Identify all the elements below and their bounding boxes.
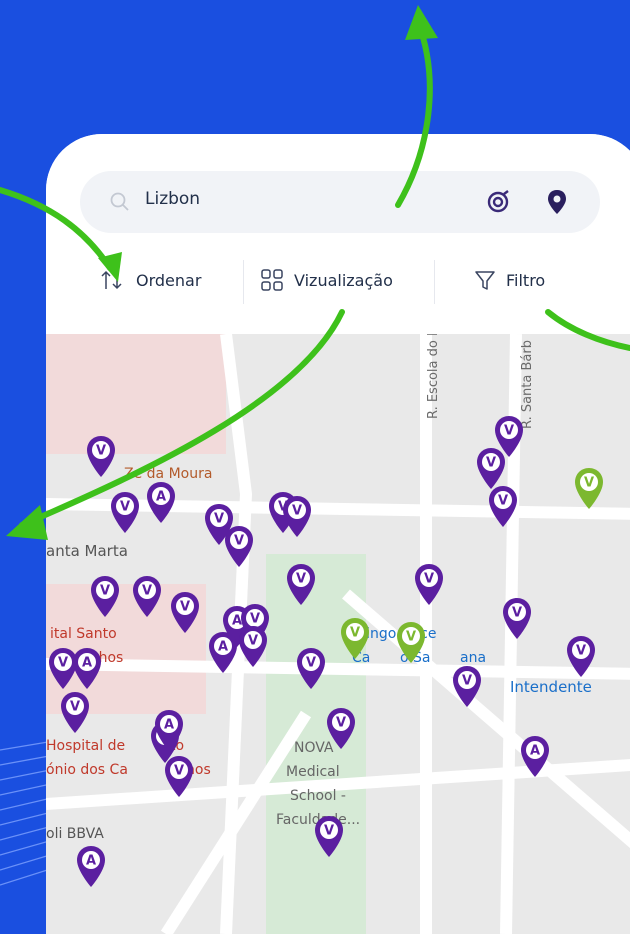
phone-screen: R. Escola do Exé R. Santa Bárb anta Mart… [46, 134, 630, 934]
map-marker[interactable]: A [144, 480, 178, 524]
marker-label: V [58, 656, 68, 671]
marker-label: V [306, 656, 316, 671]
marker-label: V [296, 572, 306, 587]
place-label-bbva: oli BBVA [46, 826, 104, 842]
marker-label: A [82, 656, 92, 671]
search-bar[interactable]: Lizbon [80, 171, 600, 233]
map-marker[interactable]: V [84, 434, 118, 478]
marker-label: V [180, 600, 190, 615]
marker-label: V [70, 700, 80, 715]
map-marker[interactable]: V [486, 484, 520, 528]
grid-view-icon [261, 269, 283, 291]
map-marker[interactable]: V [572, 466, 606, 510]
map-marker[interactable]: V [46, 646, 80, 690]
map-marker[interactable]: V [162, 754, 196, 798]
marker-label: V [424, 572, 434, 587]
marker-label: V [336, 716, 346, 731]
sort-icon [101, 270, 122, 290]
map-marker[interactable]: A [518, 734, 552, 778]
sort-label: Ordenar [136, 270, 202, 290]
marker-label: V [248, 634, 258, 649]
map-marker[interactable]: V [236, 624, 270, 668]
toolbar-divider [243, 260, 244, 304]
marker-label: V [498, 494, 508, 509]
map-marker[interactable]: V [222, 524, 256, 568]
map-marker[interactable]: A [152, 708, 186, 752]
my-location-icon[interactable] [484, 188, 512, 216]
marker-label: A [86, 854, 96, 869]
place-label-hospital-santo: ital Santo [50, 626, 117, 642]
marker-label: V [96, 444, 106, 459]
map-marker[interactable]: A [206, 630, 240, 674]
marker-label: V [234, 534, 244, 549]
place-label-hospital-de: Hospital de [46, 738, 126, 754]
search-input[interactable]: Lizbon [145, 189, 200, 209]
map-marker[interactable]: V [564, 634, 598, 678]
map-marker[interactable]: V [294, 646, 328, 690]
map-marker[interactable]: V [412, 562, 446, 606]
marker-label: A [218, 640, 228, 655]
map-marker[interactable]: V [130, 574, 164, 618]
place-label-santa-marta: anta Marta [46, 542, 128, 560]
place-label-intendente: Intendente [510, 678, 592, 696]
map-marker[interactable]: A [74, 844, 108, 888]
place-label-school: School - [290, 788, 346, 804]
marker-label: A [530, 744, 540, 759]
map-marker[interactable]: V [324, 706, 358, 750]
marker-label: V [512, 606, 522, 621]
view-label: Vizualização [294, 270, 393, 290]
marker-label: V [174, 764, 184, 779]
map-marker[interactable]: V [338, 616, 372, 660]
search-icon [110, 192, 129, 211]
filter-button[interactable]: Filtro [474, 252, 545, 308]
marker-label: V [584, 476, 594, 491]
marker-label: V [324, 824, 334, 839]
toolbar-divider [434, 260, 435, 304]
marker-label: V [504, 424, 514, 439]
map-marker[interactable]: V [88, 574, 122, 618]
marker-label: V [486, 456, 496, 471]
map-marker[interactable]: V [280, 494, 314, 538]
map-marker[interactable]: V [108, 490, 142, 534]
filter-icon [475, 271, 495, 290]
place-label-medical: Medical [286, 764, 340, 780]
app-header: Lizbon Ordenar Vizualização Filtro [46, 134, 630, 334]
marker-label: V [576, 644, 586, 659]
map-marker[interactable]: V [168, 590, 202, 634]
sort-button[interactable]: Ordenar [100, 252, 201, 308]
toolbar: Ordenar Vizualização Filtro [46, 252, 630, 312]
marker-label: V [120, 500, 130, 515]
map-marker[interactable]: V [58, 690, 92, 734]
marker-label: V [462, 674, 472, 689]
map-marker[interactable]: V [394, 620, 428, 664]
map-marker[interactable]: V [500, 596, 534, 640]
place-label-onio: ónio dos Ca [46, 762, 128, 778]
marker-label: V [100, 584, 110, 599]
map-marker[interactable]: V [450, 664, 484, 708]
location-pin-icon[interactable] [546, 188, 568, 216]
marker-label: A [156, 490, 166, 505]
marker-label: V [406, 630, 416, 645]
map-view[interactable]: R. Escola do Exé R. Santa Bárb anta Mart… [46, 313, 630, 934]
marker-label: A [164, 718, 174, 733]
view-button[interactable]: Vizualização [260, 252, 393, 308]
map-marker[interactable]: V [312, 814, 346, 858]
map-marker[interactable]: V [284, 562, 318, 606]
marker-label: V [292, 504, 302, 519]
marker-label: V [142, 584, 152, 599]
filter-label: Filtro [506, 270, 546, 290]
marker-label: V [350, 626, 360, 641]
